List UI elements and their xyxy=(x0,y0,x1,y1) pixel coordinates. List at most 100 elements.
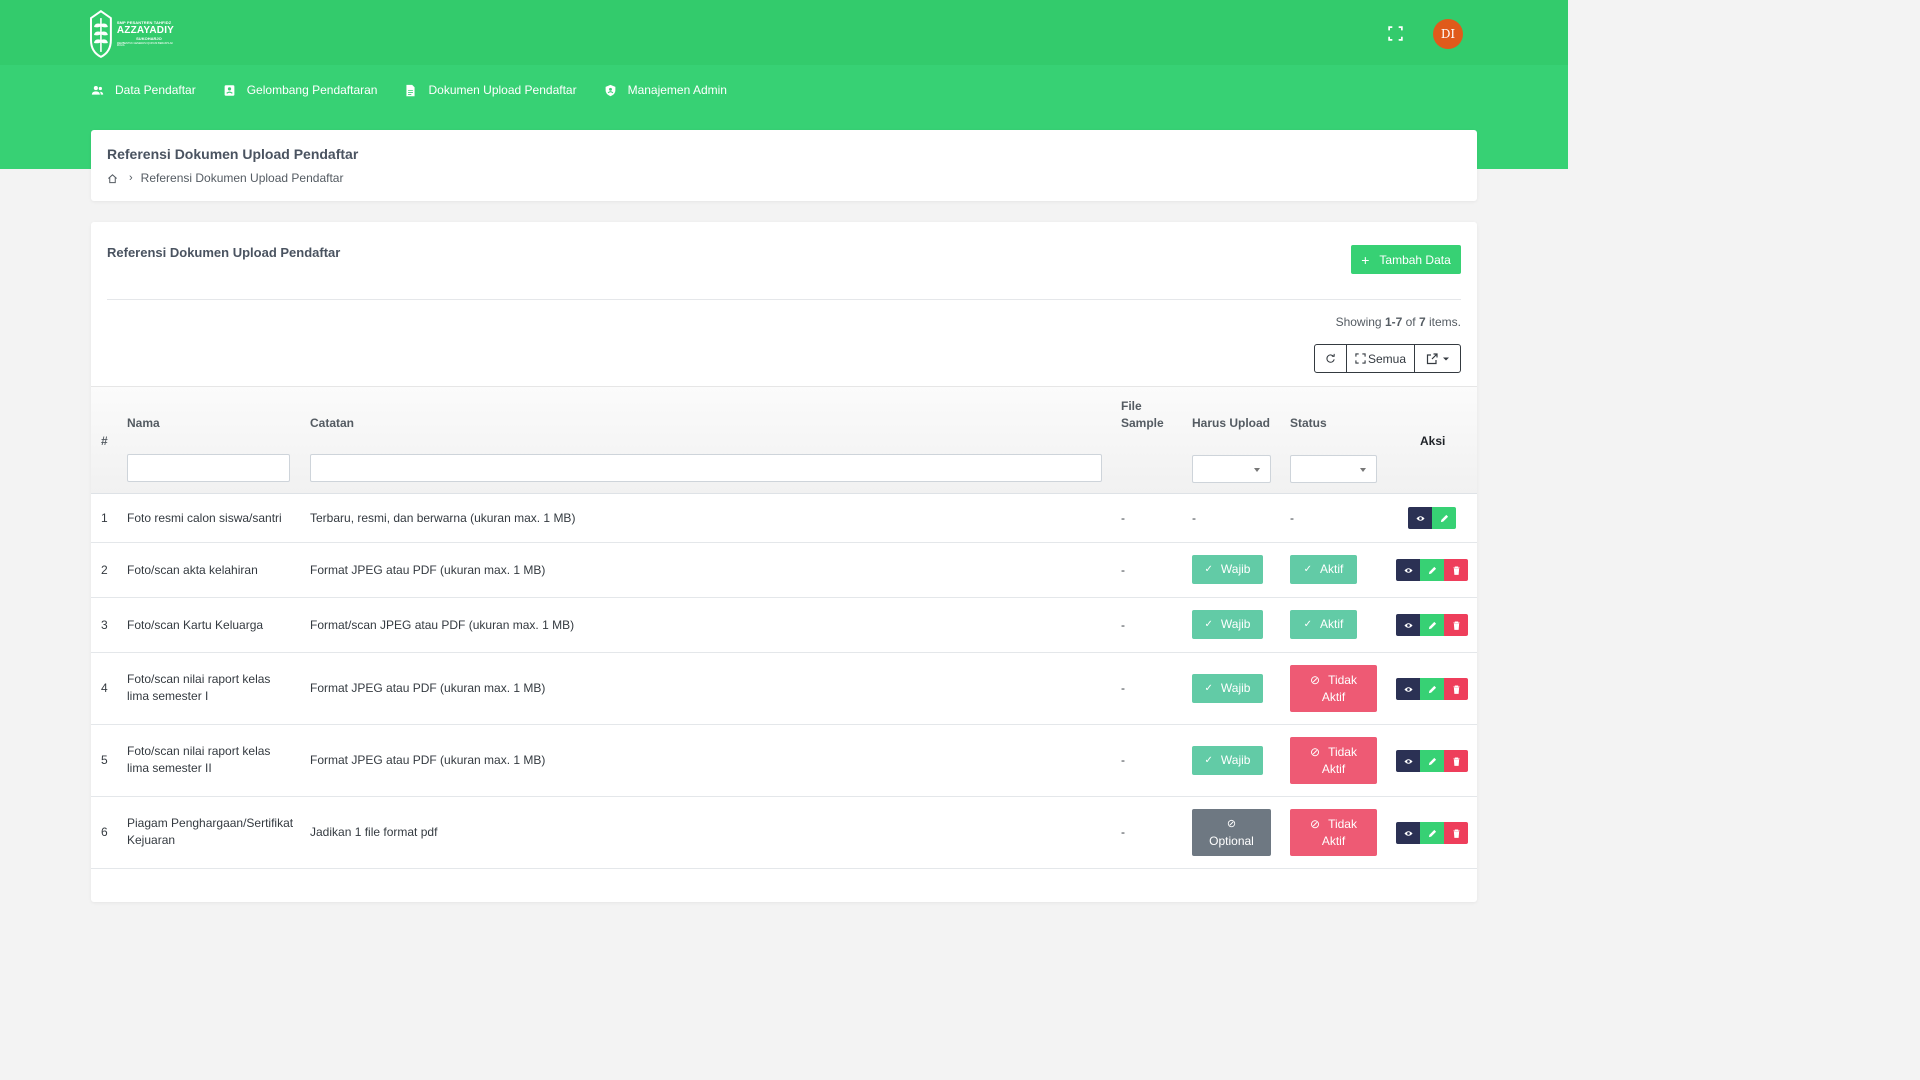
caret-down-icon xyxy=(1442,357,1449,360)
summary-suffix: items. xyxy=(1425,315,1461,329)
refresh-button[interactable] xyxy=(1315,345,1347,372)
row-number: 5 xyxy=(101,753,108,767)
row-catatan: Terbaru, resmi, dan berwarna (ukuran max… xyxy=(310,511,576,525)
expand-icon xyxy=(1355,353,1366,364)
check-icon: ✓ xyxy=(1204,755,1213,766)
filter-status-select[interactable] xyxy=(1290,455,1377,483)
trash-icon xyxy=(1452,685,1460,694)
view-button[interactable] xyxy=(1396,750,1420,772)
view-button[interactable] xyxy=(1396,678,1420,700)
pencil-icon xyxy=(1428,829,1436,837)
badge-label: Aktif xyxy=(1320,562,1344,576)
ban-icon: ⊘ xyxy=(1310,672,1321,687)
filter-nama-input[interactable] xyxy=(127,454,290,482)
table-toolbar: Semua xyxy=(1314,344,1461,373)
show-all-label: Semua xyxy=(1367,351,1407,366)
badge-label-2: Aktif xyxy=(1321,689,1346,704)
export-dropdown-button[interactable] xyxy=(1415,345,1460,372)
nav-item-data-pendaftar[interactable]: Data Pendaftar xyxy=(91,83,196,97)
row-catatan: Format JPEG atau PDF (ukuran max. 1 MB) xyxy=(310,753,546,767)
edit-button[interactable] xyxy=(1432,507,1456,529)
row-actions xyxy=(1396,678,1468,700)
edit-button[interactable] xyxy=(1420,750,1444,772)
badge-label-2: Aktif xyxy=(1321,833,1346,848)
row-number: 4 xyxy=(101,681,108,695)
column-header-file-sample: File Sample xyxy=(1121,398,1164,432)
row-catatan: Format JPEG atau PDF (ukuran max. 1 MB) xyxy=(310,563,546,577)
row-nama: Foto/scan nilai raport kelas lima semeste… xyxy=(127,743,270,777)
eye-icon xyxy=(1403,567,1413,573)
view-button[interactable] xyxy=(1396,614,1420,636)
row-nama: Piagam Penghargaan/Sertifikat Kejuaran xyxy=(127,815,293,849)
table-row: 6 Piagam Penghargaan/Sertifikat Kejuaran … xyxy=(91,797,1477,869)
logo-line-1: SMP PESANTREN TAHFIDZ xyxy=(116,19,172,25)
badge-label-1: Tidak xyxy=(1328,816,1357,831)
chevron-right-icon: › xyxy=(129,172,133,184)
main-nav: Data Pendaftar Gelombang Pendaftaran Dok… xyxy=(91,80,754,100)
column-header-nama[interactable]: Nama xyxy=(127,416,160,430)
add-data-button[interactable]: + Tambah Data xyxy=(1351,245,1461,274)
column-header-aksi: Aksi xyxy=(1420,434,1446,448)
row-number: 3 xyxy=(101,618,108,632)
harus-upload-badge: ✓ Wajib xyxy=(1192,555,1263,584)
home-icon[interactable] xyxy=(107,173,118,184)
row-file-sample: - xyxy=(1121,563,1125,577)
edit-button[interactable] xyxy=(1420,559,1444,581)
delete-button[interactable] xyxy=(1444,614,1468,636)
row-nama: Foto/scan akta kelahiran xyxy=(127,563,258,577)
users-icon xyxy=(91,85,104,95)
delete-button[interactable] xyxy=(1444,822,1468,844)
filter-catatan-input[interactable] xyxy=(310,454,1102,482)
harus-upload-badge: ✓ Wajib xyxy=(1192,610,1263,639)
edit-button[interactable] xyxy=(1420,678,1444,700)
badge-label-2: Aktif xyxy=(1321,761,1346,776)
edit-button[interactable] xyxy=(1420,822,1444,844)
table-row: 2 Foto/scan akta kelahiran Format JPEG a… xyxy=(91,543,1477,598)
delete-button[interactable] xyxy=(1444,678,1468,700)
column-header-status[interactable]: Status xyxy=(1290,416,1327,430)
nav-label: Gelombang Pendaftaran xyxy=(246,83,378,97)
harus-upload-badge: ✓ Wajib xyxy=(1192,674,1263,703)
school-logo[interactable]: SMP PESANTREN TAHFIDZ AZZAYADIY SUKOHARJ… xyxy=(89,8,181,60)
row-file-sample: - xyxy=(1121,681,1125,695)
nama-line-1: Piagam Penghargaan/Sertifikat xyxy=(127,816,294,830)
eye-icon xyxy=(1403,622,1413,628)
badge-label: Aktif xyxy=(1320,617,1344,631)
row-catatan: Format JPEG atau PDF (ukuran max. 1 MB) xyxy=(310,681,546,695)
column-header-harus-upload[interactable]: Harus Upload xyxy=(1192,416,1270,430)
delete-button[interactable] xyxy=(1444,559,1468,581)
document-reference-panel: Referensi Dokumen Upload Pendaftar + Tam… xyxy=(91,222,1477,902)
row-number: 6 xyxy=(101,825,108,839)
edit-button[interactable] xyxy=(1420,614,1444,636)
harus-upload-badge: ⊘ Optional xyxy=(1192,809,1271,856)
pencil-icon xyxy=(1440,514,1448,522)
row-number: 2 xyxy=(101,563,108,577)
nav-item-manajemen-admin[interactable]: Manajemen Admin xyxy=(604,83,727,97)
harus-upload-badge: ✓ Wajib xyxy=(1192,746,1263,775)
view-button[interactable] xyxy=(1396,559,1420,581)
plus-icon: + xyxy=(1361,251,1370,268)
breadcrumb: › Referensi Dokumen Upload Pendaftar xyxy=(107,171,343,185)
top-header: SMP PESANTREN TAHFIDZ AZZAYADIY SUKOHARJ… xyxy=(0,0,1568,65)
show-all-button[interactable]: Semua xyxy=(1347,345,1415,372)
nav-item-gelombang-pendaftaran[interactable]: Gelombang Pendaftaran xyxy=(223,83,378,97)
nav-label: Data Pendaftar xyxy=(115,83,196,97)
user-avatar[interactable]: DI xyxy=(1433,19,1463,49)
filter-harus-upload-select[interactable] xyxy=(1192,455,1271,483)
nav-item-dokumen-upload-pendaftar[interactable]: Dokumen Upload Pendaftar xyxy=(404,83,577,97)
view-button[interactable] xyxy=(1408,507,1432,529)
column-header-catatan[interactable]: Catatan xyxy=(310,416,354,430)
pencil-icon xyxy=(1428,685,1436,693)
row-actions xyxy=(1396,822,1468,844)
pencil-icon xyxy=(1428,566,1436,574)
summary-prefix: Showing xyxy=(1335,315,1385,329)
page-header-card: Referensi Dokumen Upload Pendaftar › Ref… xyxy=(91,130,1477,201)
status-badge: ⊘ Tidak Aktif xyxy=(1290,737,1377,784)
view-button[interactable] xyxy=(1396,822,1420,844)
wheat-shield-icon xyxy=(89,10,112,58)
fullscreen-icon[interactable] xyxy=(1387,25,1404,42)
divider xyxy=(107,299,1461,300)
status-badge: ⊘ Tidak Aktif xyxy=(1290,665,1377,712)
delete-button[interactable] xyxy=(1444,750,1468,772)
badge-label: Wajib xyxy=(1220,681,1251,695)
